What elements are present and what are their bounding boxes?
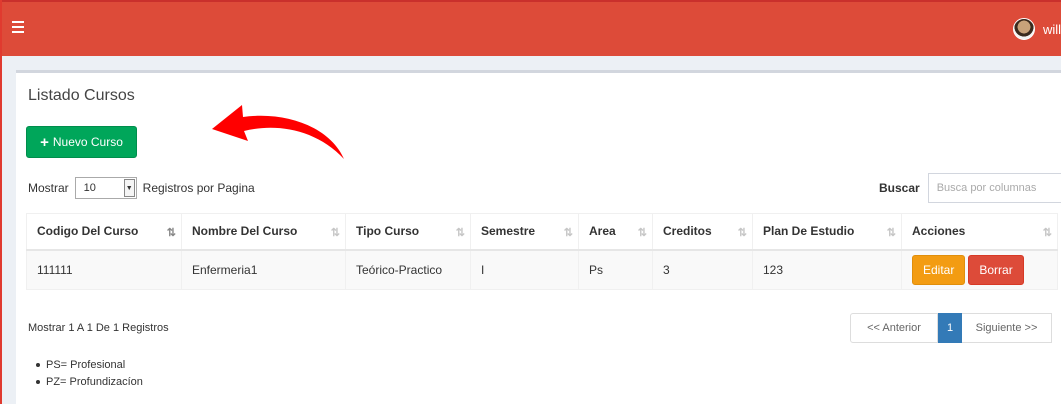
new-course-label: Nuevo Curso [52, 135, 123, 149]
app-frame: willia Listado Cursos + Nuevo Curso Most… [0, 0, 1061, 404]
table-row: 111111 Enfermeria1 Teórico-Practico I Ps… [26, 249, 1058, 290]
cell-acciones: Editar Borrar [901, 249, 1058, 290]
cell-tipo: Teórico-Practico [345, 249, 471, 290]
legend-item: PZ= Profundizacíon [36, 373, 143, 390]
sort-icon: ⇅ [1042, 227, 1052, 239]
previous-page-button[interactable]: << Anterior [850, 313, 938, 343]
annotation-arrow-icon [212, 105, 344, 159]
courses-table: Codigo Del Curso ⇅ Nombre Del Curso ⇅ Tipo… [26, 213, 1058, 290]
courses-panel: Listado Cursos + Nuevo Curso Mostrar 10 … [16, 70, 1061, 404]
cell-semestre: I [470, 249, 579, 290]
sort-icon: ⇅ [330, 227, 340, 239]
col-semestre[interactable]: Semestre ⇅ [470, 213, 579, 251]
length-prefix: Mostrar [28, 181, 69, 195]
plus-icon: + [40, 133, 49, 151]
search-box: Buscar [879, 173, 1061, 203]
user-name: willia [1043, 21, 1061, 37]
col-area[interactable]: Area ⇅ [578, 213, 653, 251]
cell-creditos: 3 [652, 249, 753, 290]
edit-button[interactable]: Editar [912, 254, 966, 285]
col-codigo[interactable]: Codigo Del Curso ⇅ [26, 213, 182, 251]
sort-icon: ⇅ [637, 227, 647, 239]
cell-plan: 123 [752, 249, 902, 290]
cell-nombre: Enfermeria1 [181, 249, 346, 290]
sort-icon: ⇅ [563, 227, 573, 239]
sort-icon: ⇅ [886, 227, 896, 239]
hamburger-icon[interactable] [12, 21, 24, 33]
next-page-button[interactable]: Siguiente >> [962, 313, 1052, 343]
area-legend: PS= Profesional PZ= Profundizacíon [36, 356, 143, 390]
table-header-row: Codigo Del Curso ⇅ Nombre Del Curso ⇅ Tipo… [26, 213, 1058, 251]
page-title: Listado Cursos [28, 87, 135, 104]
caret-down-icon: ▼ [123, 179, 135, 197]
col-nombre[interactable]: Nombre Del Curso ⇅ [181, 213, 346, 251]
page-length-value: 10 [83, 182, 96, 194]
avatar [1013, 18, 1035, 40]
cell-area: Ps [578, 249, 653, 290]
delete-button[interactable]: Borrar [968, 254, 1024, 285]
sort-asc-icon: ⇅ [166, 227, 176, 239]
length-menu: Mostrar 10 ▼ Registros por Pagina [28, 177, 255, 199]
search-label: Buscar [879, 181, 920, 195]
search-input[interactable] [927, 173, 1061, 203]
cell-codigo: 111111 [26, 249, 182, 290]
page-1-button[interactable]: 1 [938, 313, 962, 343]
col-plan[interactable]: Plan De Estudio ⇅ [752, 213, 902, 251]
length-suffix: Registros por Pagina [142, 181, 255, 195]
col-creditos[interactable]: Creditos ⇅ [652, 213, 753, 251]
new-course-button[interactable]: + Nuevo Curso [26, 126, 137, 158]
page-length-select[interactable]: 10 ▼ [74, 177, 137, 199]
col-acciones[interactable]: Acciones ⇅ [901, 213, 1058, 251]
legend-item: PS= Profesional [36, 356, 143, 373]
table-info: Mostrar 1 A 1 De 1 Registros [28, 322, 169, 334]
sort-icon: ⇅ [455, 227, 465, 239]
user-menu[interactable]: willia [1013, 14, 1061, 44]
col-tipo[interactable]: Tipo Curso ⇅ [345, 213, 471, 251]
pagination: << Anterior 1 Siguiente >> [850, 313, 1052, 343]
sort-icon: ⇅ [737, 227, 747, 239]
top-navbar: willia [2, 0, 1061, 56]
